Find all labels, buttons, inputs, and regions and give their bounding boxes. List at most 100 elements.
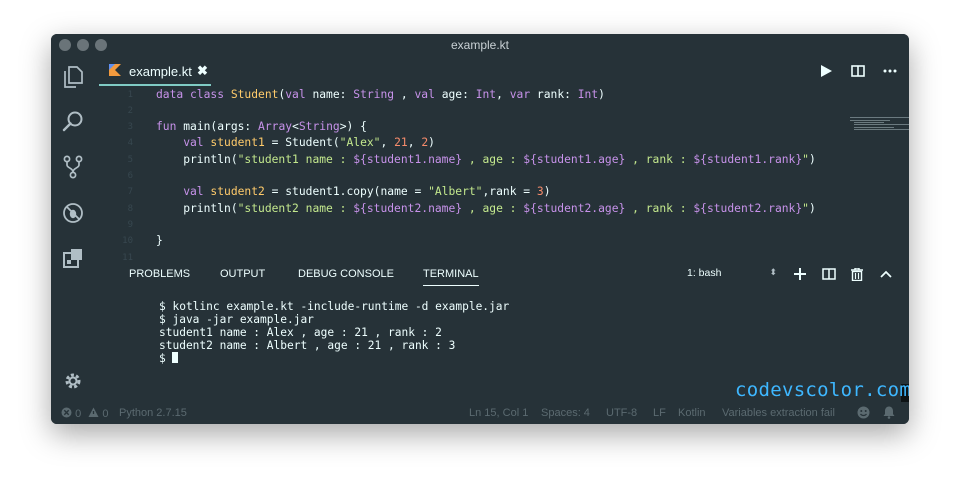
warning-count: 0 [102,408,109,420]
watermark: codevscolor.com [735,379,909,401]
terminal-prompt: $ [159,352,173,365]
terminal-select-value: 1: bash [687,267,722,279]
code-token: rank: [530,87,578,101]
code-text: println("student1 name : ${student1.name… [156,152,816,168]
line-number: 3 [127,122,133,133]
run-icon[interactable] [817,62,835,80]
tab-terminal[interactable]: TERMINAL [423,268,479,286]
minimap[interactable] [850,117,909,133]
code-token: , age : [462,201,524,215]
source-control-icon[interactable] [62,155,84,179]
code-token: , [394,87,415,101]
status-message: Variables extraction fail [722,407,835,419]
code-token: ) [808,152,816,166]
terminal-cursor [172,352,179,363]
code-token: = student1.copy(name = [264,185,429,199]
code-token: println( [156,152,238,166]
code-token: } [156,234,163,248]
code-token: age: [434,87,476,101]
encoding[interactable]: UTF-8 [606,407,637,419]
panel-position-icon[interactable] [907,266,909,282]
terminal-line: $ kotlinc example.kt -include-runtime -d… [159,300,510,313]
files-icon[interactable] [62,66,84,88]
code-token: Student [230,87,279,101]
code-token: 3 [536,185,544,199]
terminal-line: $ java -jar example.jar [159,313,314,326]
line-number: 2 [127,105,133,116]
extensions-icon[interactable] [62,247,84,269]
error-icon [61,407,72,418]
warning-icon [88,407,99,417]
code-text: println("student2 name : ${student2.name… [156,201,816,217]
line-number: 4 [127,138,133,149]
more-actions-icon[interactable] [881,62,899,80]
code-token: fun [156,120,184,134]
terminal-line: student2 name : Albert , age : 21 , rank… [159,339,456,352]
code-token: ${student1.rank} [693,152,803,166]
code-token: val [285,87,306,101]
code-text: } [156,233,163,249]
terminal-output[interactable]: $ kotlinc example.kt -include-runtime -d… [159,300,509,365]
tab-label: example.kt [129,64,192,79]
split-terminal-icon[interactable] [821,266,837,282]
code-token: ${student1.name} [353,152,463,166]
code-token: ${student2.rank} [693,201,803,215]
code-text: fun main(args: Array<String>) { [156,119,367,135]
code-token: String [298,120,340,134]
code-text: val student2 = student1.copy(name = "Alb… [156,184,551,200]
line-number: 5 [127,154,133,165]
code-token: student1 [210,136,265,150]
code-editor[interactable]: 1 data class Student(val name: String , v… [95,86,909,263]
code-token: main(args: [183,120,259,134]
code-token: "Albert" [428,185,483,199]
close-tab-icon[interactable]: ✖ [197,63,208,79]
code-token: ${student1.age} [523,152,626,166]
maximize-panel-icon[interactable] [878,266,894,282]
cursor-position[interactable]: Ln 15, Col 1 [469,407,528,419]
code-token: ) [428,136,435,150]
line-number: 9 [127,219,133,230]
code-token: val [414,87,435,101]
python-version[interactable]: Python 2.7.15 [119,407,187,419]
settings-icon[interactable] [62,370,84,392]
code-token: "Alex" [339,136,381,150]
debug-icon[interactable] [62,202,84,224]
editor-tab-bar: example.kt ✖ [95,56,909,86]
code-token: ) [543,185,551,199]
search-icon[interactable] [62,111,84,133]
terminal-line: student1 name : Alex , age : 21 , rank :… [159,326,442,339]
notifications-bell-icon[interactable] [883,406,895,422]
code-token: < [292,120,299,134]
code-token: , age : [462,152,524,166]
line-number: 8 [127,203,133,214]
chevron-updown-icon: ⬍ [769,267,777,277]
tab-problems[interactable]: PROBLEMS [129,268,190,280]
code-token: ,rank = [482,185,537,199]
terminal-prompt-line: $ [159,352,509,365]
line-number: 1 [127,89,133,100]
terminal-select[interactable]: 1: bash ⬍ [687,267,777,284]
code-token: , [407,136,422,150]
indentation[interactable]: Spaces: 4 [541,407,590,419]
tab-debug-console[interactable]: DEBUG CONSOLE [298,268,394,280]
code-token: " [802,152,809,166]
tab-example-kt[interactable]: example.kt ✖ [99,56,211,86]
activity-bar [51,56,95,402]
code-token: Int [475,87,497,101]
line-number: 7 [127,187,133,198]
language-mode[interactable]: Kotlin [678,407,706,419]
feedback-smiley-icon[interactable] [857,406,870,422]
window-title: example.kt [450,38,510,52]
problems-status[interactable]: 0 0 [61,407,108,420]
code-token: String [353,87,395,101]
code-token: , rank : [625,201,694,215]
code-token: val [156,185,211,199]
title-bar: example.kt [51,34,909,56]
new-terminal-icon[interactable] [792,266,808,282]
code-token: student2 [210,185,265,199]
code-text: data class Student(val name: String , va… [156,87,605,103]
trash-icon[interactable] [849,266,865,282]
end-of-line[interactable]: LF [653,407,666,419]
split-editor-icon[interactable] [849,62,867,80]
tab-output[interactable]: OUTPUT [220,268,265,280]
